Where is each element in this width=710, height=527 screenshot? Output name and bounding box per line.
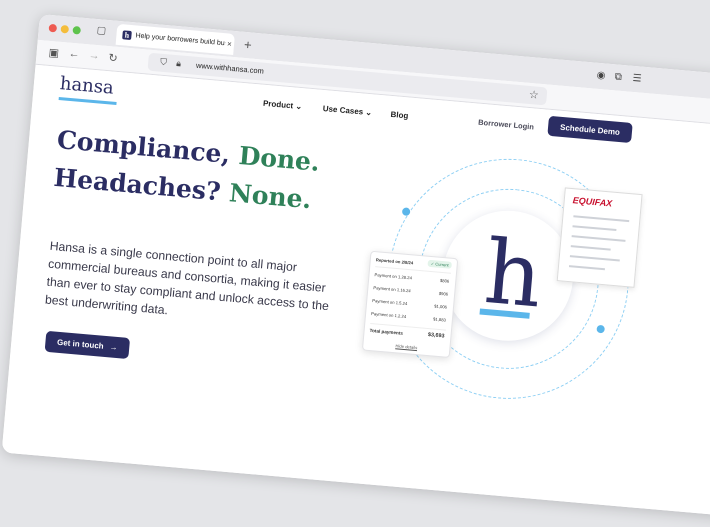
back-icon[interactable]: ← — [68, 48, 80, 61]
cta-label: Get in touch — [56, 337, 104, 351]
get-in-touch-button[interactable]: Get in touch → — [44, 330, 131, 360]
arrow-right-icon: → — [109, 342, 118, 353]
hero-illustration: h EQUIFAX Reported on 2/8/24 ✓ Current P… — [361, 148, 657, 409]
extensions-icon[interactable]: ⧉ — [614, 71, 622, 83]
brand-letter: h — [480, 219, 547, 328]
doc-line — [569, 255, 620, 262]
payment-row-label: Payment on 1.16.24 — [373, 285, 411, 294]
nav-product[interactable]: Product ⌄ — [263, 99, 303, 111]
payment-row-amount: $906 — [438, 290, 449, 297]
reported-date: Reported on 2/8/24 — [375, 257, 414, 266]
chevron-down-icon: ⌄ — [295, 101, 303, 112]
doc-line — [572, 225, 617, 232]
account-icon[interactable]: ◉ — [596, 70, 606, 82]
browser-window: ▢ h Help your borrowers build busi × + ◉… — [1, 14, 710, 527]
tab-overview-icon[interactable]: ▢ — [96, 25, 111, 38]
hero-headline: Compliance, Done. Headaches? None. — [52, 125, 321, 215]
equifax-logo: EQUIFAX — [572, 195, 613, 209]
hero-description: Hansa is a single connection point to al… — [44, 238, 330, 318]
hansa-favicon-icon: h — [122, 30, 132, 41]
payment-row-amount: $1,883 — [432, 316, 447, 323]
equifax-report-document: EQUIFAX — [556, 187, 643, 288]
tab-close-icon[interactable]: × — [227, 39, 232, 48]
payment-row-label: Payment on 1.5.24 — [372, 298, 408, 307]
total-payments-label: Total payments — [369, 327, 404, 336]
schedule-demo-button[interactable]: Schedule Demo — [547, 115, 633, 144]
shield-icon[interactable]: ⛉ — [160, 57, 168, 69]
tab-title: Help your borrowers build busi — [135, 32, 226, 48]
status-badge: ✓ Current — [427, 259, 452, 269]
chevron-down-icon: ⌄ — [365, 107, 373, 118]
bookmark-star-icon[interactable]: ☆ — [528, 88, 539, 102]
forward-icon[interactable]: → — [88, 49, 100, 62]
sidebar-icon[interactable]: ▣ — [48, 46, 59, 60]
doc-line — [571, 235, 626, 242]
lock-icon[interactable]: 🔒︎ — [176, 58, 182, 69]
hansa-logo[interactable]: hansa — [59, 73, 115, 99]
payment-row-label: Payment on 1.28.24 — [374, 272, 413, 281]
payment-row-label: Payment on 1.2.24 — [370, 311, 407, 320]
nav-use-cases[interactable]: Use Cases ⌄ — [322, 104, 372, 117]
url-text: www.withhansa.com — [195, 60, 265, 76]
payment-row-amount: $1,006 — [434, 303, 448, 310]
nav-blog[interactable]: Blog — [390, 110, 408, 121]
web-page: hansa Product ⌄ Use Cases ⌄ Blog Borrowe… — [1, 64, 710, 527]
doc-line — [568, 265, 605, 271]
menu-icon[interactable]: ☰ — [632, 73, 642, 85]
doc-line — [573, 215, 630, 223]
payment-summary-card: Reported on 2/8/24 ✓ Current Payment on … — [361, 250, 459, 359]
reload-icon[interactable]: ↻ — [108, 51, 118, 65]
hide-details-link[interactable]: Hide details — [363, 340, 449, 352]
payment-row-amount: $806 — [439, 277, 450, 284]
borrower-login-link[interactable]: Borrower Login — [478, 118, 534, 132]
total-payments-amount: $3,693 — [427, 332, 445, 340]
close-window-button[interactable] — [48, 23, 58, 33]
maximize-window-button[interactable] — [72, 25, 82, 35]
doc-line — [570, 245, 611, 251]
minimize-window-button[interactable] — [60, 24, 70, 34]
new-tab-button[interactable]: + — [243, 37, 252, 53]
check-icon: ✓ — [430, 261, 435, 267]
